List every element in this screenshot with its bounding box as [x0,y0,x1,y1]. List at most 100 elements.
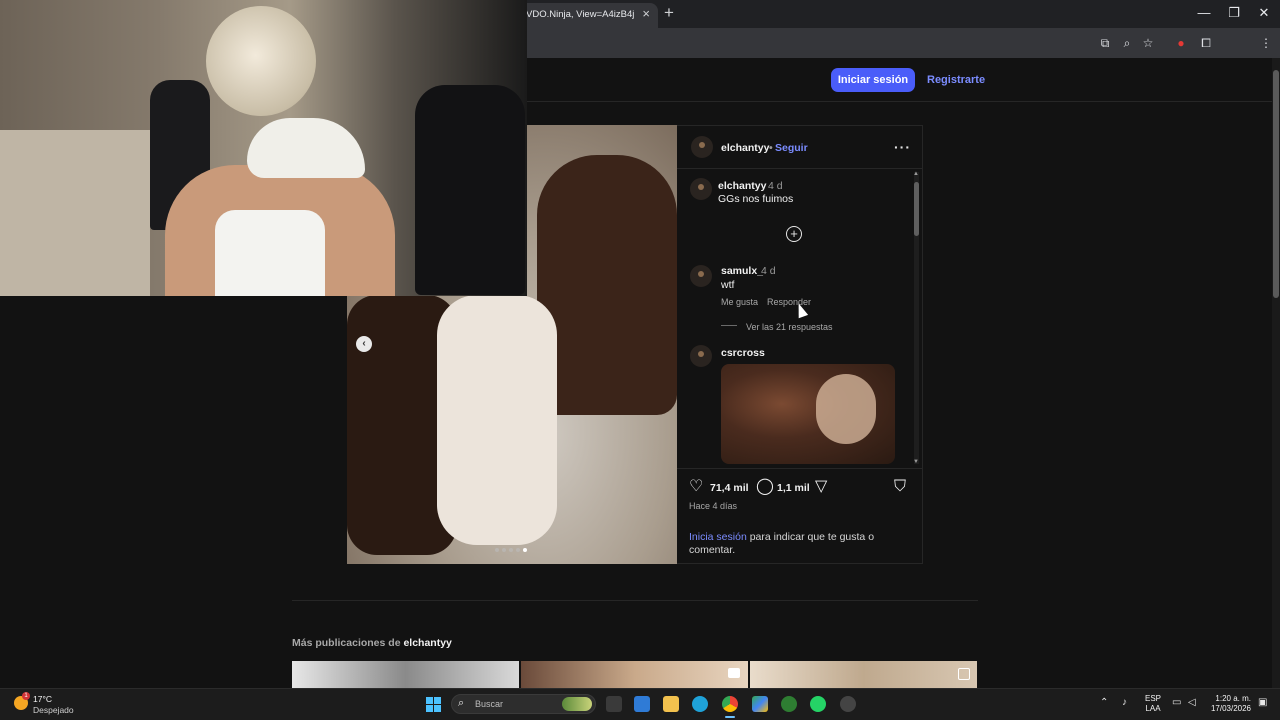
tab-title: VDO.Ninja, View=A4izB4j [526,9,635,20]
drive-icon[interactable] [752,696,768,712]
browser-menu-icon[interactable]: ⋮ [1258,35,1274,51]
tab-close-icon[interactable]: × [642,7,650,21]
microphone-icon[interactable]: ♪ [1122,697,1127,708]
language-indicator[interactable]: ESP LAA [1145,694,1161,714]
weather-badge: 1 [22,692,30,700]
more-posts-user[interactable]: elchantyy [403,637,451,649]
bookmark-star-icon[interactable]: ☆ [1140,35,1156,51]
network-icon[interactable]: ▭ [1172,697,1181,708]
like-heart-icon[interactable]: ♡ [689,479,703,495]
clock-time: 1:20 a. m. [1215,694,1251,703]
post-thumbnail[interactable] [750,661,977,688]
author-name[interactable]: elchantyy [721,142,769,154]
comment-time: 4 d [768,180,783,192]
extensions-puzzle-icon[interactable]: ⧠ [1198,35,1214,51]
view-replies-button[interactable]: Ver las 21 respuestas [746,322,833,332]
scroll-up-icon[interactable]: ▲ [913,171,919,177]
webcam-kitchen-counter [0,130,150,296]
share-icon[interactable]: ▽ [815,479,827,495]
extension-icon[interactable]: ● [1173,35,1189,51]
restore-button[interactable]: ❐ [1225,5,1243,21]
post-photo-figure [437,295,557,545]
carousel-icon [958,668,970,680]
post-photo-figure [537,155,677,415]
webcam-overlay [0,0,527,296]
bookmark-icon[interactable]: ⛉ [894,479,906,495]
post-age: Hace 4 días [689,501,738,511]
carousel-dot [495,548,499,552]
volume-icon[interactable]: ◁ [1188,697,1196,708]
like-comment-button[interactable]: Me gusta [721,297,758,307]
search-icon: ⌕ [458,697,465,709]
app-icon[interactable] [840,696,856,712]
carousel-dot [516,548,520,552]
more-posts-prefix: Más publicaciones de [292,637,404,649]
post-side-panel [677,125,923,564]
comment-username[interactable]: csrcross [721,347,765,359]
comment-text: GGs nos fuimos [718,193,794,205]
taskbar-search-placeholder: Buscar [475,699,504,709]
start-button-icon[interactable] [426,697,441,712]
carousel-dot-active [523,548,527,552]
load-more-comments-icon[interactable]: + [786,226,802,242]
comments-count: 1,1 mil [777,482,810,494]
zoom-icon[interactable]: ⌕ [1119,35,1135,51]
reel-icon [728,668,740,678]
new-tab-button[interactable]: + [664,4,674,22]
page-scroll-thumb[interactable] [1273,70,1279,298]
comment-bubble-icon[interactable]: ◯ [756,479,774,495]
login-prompt-link[interactable]: Inicia sesión [689,531,747,543]
weather-description[interactable]: Despejado [33,705,74,715]
active-app-indicator [725,716,735,718]
task-view-icon[interactable] [606,696,622,712]
system-clock[interactable]: 1:20 a. m. 17/03/2026 [1205,694,1251,714]
file-explorer-icon[interactable] [663,696,679,712]
minimize-button[interactable]: — [1195,5,1213,20]
separator-dot: • [769,142,773,154]
post-thumbnail[interactable] [521,661,748,688]
follow-button[interactable]: Seguir [775,142,808,154]
more-posts-heading: Más publicaciones de elchantyy [292,637,452,649]
weather-temperature[interactable]: 17°C [33,694,52,704]
comment-media-image[interactable] [721,364,895,464]
chrome-icon[interactable] [722,696,738,712]
close-window-button[interactable]: ✕ [1255,5,1273,21]
login-button[interactable]: Iniciar sesión [831,68,915,92]
comments-scroll-thumb[interactable] [914,182,919,236]
keyboard-layout: LAA [1145,704,1161,713]
post-thumbnail[interactable] [292,661,519,688]
author-avatar[interactable] [691,136,713,158]
comment-avatar[interactable] [690,178,712,200]
store-icon[interactable] [634,696,650,712]
likes-count: 71,4 mil [710,482,749,494]
section-divider [292,600,978,601]
comment-avatar[interactable] [690,345,712,367]
comment-username[interactable]: samulx_ [721,265,763,277]
moon-lamp [206,6,316,116]
install-app-icon[interactable]: ⧉ [1097,35,1113,51]
carousel-dots [495,548,527,552]
streamer-cap [247,118,365,178]
comment-username[interactable]: elchantyy [718,180,766,192]
tray-overflow-icon[interactable]: ⌃ [1100,697,1108,708]
streamer-shirt [215,210,325,296]
more-options-icon[interactable]: ··· [894,139,911,155]
whatsapp-icon[interactable] [810,696,826,712]
clock-date: 17/03/2026 [1210,704,1251,713]
comment-avatar[interactable] [690,265,712,287]
gaming-chair [415,85,525,295]
signup-link[interactable]: Registrarte [927,74,985,86]
panel-divider [677,168,923,169]
notifications-icon[interactable]: ▣ [1258,697,1267,708]
carousel-dot [502,548,506,552]
app-icon[interactable] [781,696,797,712]
comment-text: wtf [721,279,735,291]
carousel-dot [509,548,513,552]
edge-icon[interactable] [692,696,708,712]
header-divider [527,101,1272,102]
panel-divider [677,468,923,469]
comment-time: 4 d [761,265,776,277]
scroll-down-icon[interactable]: ▼ [913,459,919,465]
search-highlight-art [562,697,592,711]
carousel-prev-button[interactable]: ‹ [356,336,372,352]
